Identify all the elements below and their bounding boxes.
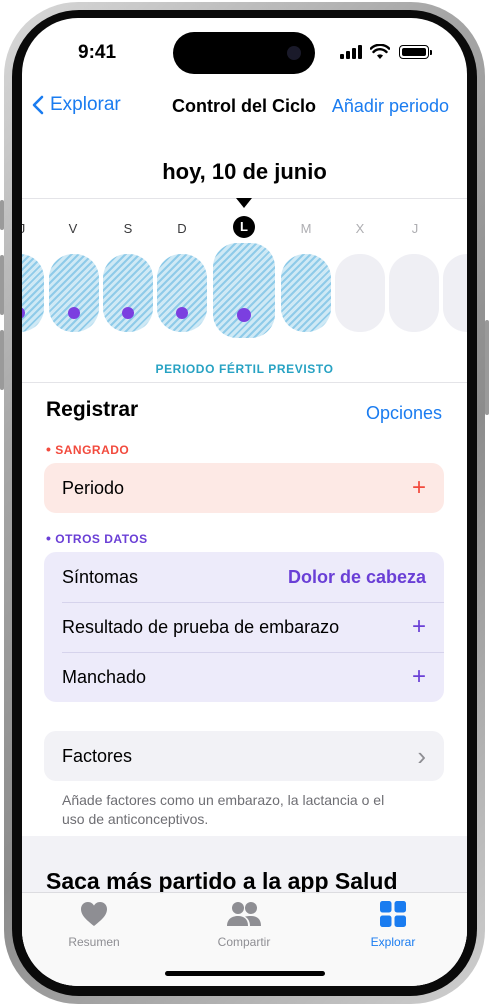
bullet: • — [46, 441, 52, 457]
day-cell[interactable] — [157, 254, 207, 332]
day-cell[interactable] — [22, 254, 44, 332]
pregnancy-test-label: Resultado de prueba de embarazo — [62, 616, 340, 637]
tab-explorar[interactable]: Explorar — [338, 901, 448, 949]
day-cell[interactable] — [281, 254, 331, 332]
promo-title: Saca más partido a la app Salud — [46, 868, 398, 894]
day-strip[interactable]: J V S D L M X J PERIODO FÉRTIL PREVISTO — [22, 198, 467, 383]
day-letter: S — [123, 221, 133, 236]
symptoms-value[interactable]: Dolor de cabeza — [288, 567, 426, 588]
day-letter: V — [68, 221, 78, 236]
tab-resumen[interactable]: Resumen — [39, 901, 149, 949]
spotting-row[interactable]: Manchado + — [44, 652, 444, 702]
add-spotting-icon[interactable]: + — [412, 663, 426, 691]
day-cell[interactable] — [443, 254, 467, 332]
volume-down-button — [0, 330, 4, 390]
other-data-card: Síntomas Dolor de cabeza Resultado de pr… — [44, 552, 444, 702]
tab-label: Explorar — [370, 935, 416, 949]
screen: 9:41 Explorar Control del Ciclo Añadir p… — [22, 18, 467, 986]
camera-icon — [287, 46, 301, 60]
spotting-label: Manchado — [62, 666, 147, 687]
other-data-label-text: OTROS DATOS — [55, 532, 148, 546]
period-row[interactable]: Periodo + — [44, 463, 444, 513]
add-period-button[interactable]: Añadir periodo — [332, 96, 449, 117]
day-letter: D — [177, 221, 187, 236]
heart-icon — [81, 902, 107, 926]
period-label: Periodo — [62, 477, 125, 498]
symptom-dot — [68, 307, 80, 319]
date-title: hoy, 10 de junio — [162, 159, 327, 184]
factors-row[interactable]: Factores › — [44, 731, 444, 781]
row-divider — [62, 652, 444, 653]
day-cell-today[interactable] — [213, 243, 275, 338]
bleeding-label-text: SANGRADO — [55, 443, 130, 457]
register-heading: Registrar — [46, 398, 139, 421]
grid-icon — [380, 901, 406, 927]
bleeding-card: Periodo + — [44, 463, 444, 513]
chevron-right-icon: › — [417, 740, 426, 771]
day-cell[interactable] — [335, 254, 385, 332]
today-badge: L — [233, 216, 255, 238]
factors-footnote: Añade factores como un embarazo, la lact… — [62, 792, 385, 827]
tab-compartir[interactable]: Compartir — [189, 901, 299, 949]
pregnancy-test-row[interactable]: Resultado de prueba de embarazo + — [44, 602, 444, 652]
bullet: • — [46, 530, 52, 546]
symptom-dot — [176, 307, 188, 319]
volume-up-button — [0, 255, 4, 315]
factors-card: Factores › — [44, 731, 444, 781]
power-button — [485, 320, 489, 415]
page-title: Control del Ciclo — [172, 96, 316, 116]
day-letter: X — [355, 221, 365, 236]
people-icon — [227, 902, 261, 926]
symptoms-row[interactable]: Síntomas Dolor de cabeza — [44, 552, 444, 602]
back-label: Explorar — [50, 94, 121, 115]
day-letter: J — [22, 221, 26, 236]
navigation-bar: Explorar Control del Ciclo Añadir period… — [22, 90, 467, 124]
tab-label: Compartir — [217, 935, 271, 949]
add-period-icon[interactable]: + — [412, 474, 426, 502]
status-bar: 9:41 — [22, 18, 467, 88]
action-button — [0, 200, 4, 230]
bleeding-section-label: • SANGRADO — [46, 441, 129, 457]
symptom-dot — [22, 307, 25, 319]
add-pregnancy-test-icon[interactable]: + — [412, 613, 426, 641]
status-time: 9:41 — [78, 42, 117, 63]
factors-label: Factores — [62, 745, 133, 766]
options-button[interactable]: Opciones — [366, 403, 442, 424]
chevron-left-icon — [32, 95, 44, 115]
wifi-icon — [370, 44, 390, 59]
symptom-dot — [122, 307, 134, 319]
dynamic-island — [173, 32, 315, 74]
other-data-section-label: • OTROS DATOS — [46, 530, 148, 546]
divider — [22, 382, 467, 383]
day-letter: J — [411, 221, 419, 236]
symptoms-label: Síntomas — [62, 566, 139, 587]
day-letter: M — [300, 221, 312, 236]
symptom-dot — [237, 308, 251, 322]
back-button[interactable]: Explorar — [32, 94, 121, 116]
day-cell[interactable] — [389, 254, 439, 332]
fertile-window-label: PERIODO FÉRTIL PREVISTO — [155, 362, 334, 376]
home-indicator[interactable] — [165, 971, 325, 976]
tab-label: Resumen — [68, 935, 120, 949]
today-indicator-icon — [236, 198, 252, 208]
day-cell[interactable] — [49, 254, 99, 332]
day-cell[interactable] — [103, 254, 153, 332]
row-divider — [62, 602, 444, 603]
cellular-signal-icon — [340, 45, 362, 59]
battery-icon — [399, 45, 432, 59]
